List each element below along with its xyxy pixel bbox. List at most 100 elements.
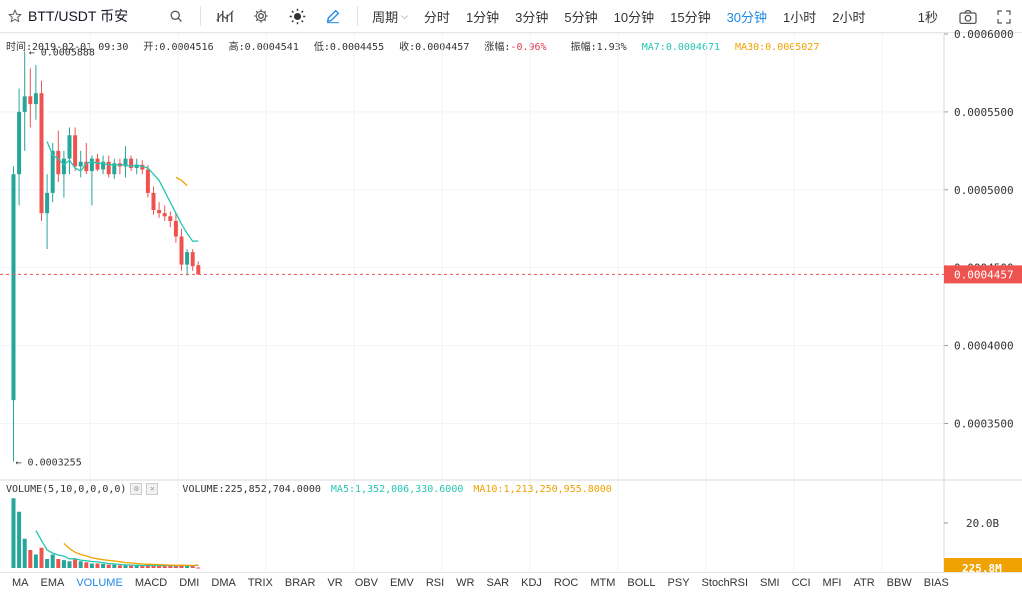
- candle-body: [50, 150, 55, 193]
- candle-body: [61, 158, 66, 175]
- volume-indicator-name: VOLUME(5,10,0,0,0,0): [6, 483, 127, 495]
- volume-y-label: 20.0B: [966, 517, 999, 530]
- indicator-volume[interactable]: VOLUME: [70, 577, 128, 589]
- volume-current-label: 225.8M: [962, 562, 1002, 572]
- candle-body: [145, 169, 150, 193]
- indicator-ma[interactable]: MA: [6, 577, 35, 589]
- candles: [11, 51, 201, 462]
- volume-bar: [190, 566, 195, 568]
- volume-bar: [67, 561, 72, 568]
- volume-pane: 20.0B 225.8M: [11, 498, 1022, 572]
- volume-value: VOLUME:225,852,704.0000: [182, 483, 321, 495]
- volume-bar: [56, 559, 61, 568]
- close-icon[interactable]: ✕: [146, 483, 159, 495]
- settings-icon[interactable]: ⚙: [130, 483, 143, 495]
- volume-bar: [78, 561, 83, 568]
- volume-bar: [185, 565, 190, 568]
- volume-bar: [196, 567, 201, 569]
- indicator-kdj[interactable]: KDJ: [515, 577, 548, 589]
- candle-body: [89, 158, 94, 172]
- candle-body: [162, 213, 167, 217]
- volume-bar: [123, 565, 128, 568]
- current-price-label: 0.0004457: [954, 268, 1014, 281]
- volume-bar: [89, 563, 94, 568]
- indicator-atr[interactable]: ATR: [847, 577, 880, 589]
- indicator-sar[interactable]: SAR: [480, 577, 515, 589]
- volume-bar: [61, 560, 66, 568]
- volume-bar: [106, 564, 111, 568]
- candle-body: [56, 150, 61, 175]
- volume-bar: [117, 565, 122, 568]
- volume-bar: [33, 554, 38, 568]
- indicator-bbw[interactable]: BBW: [881, 577, 918, 589]
- candle-body: [78, 161, 83, 167]
- chart-marks: ← 0.0005888 ← 0.0003255 0.0004457: [0, 47, 1022, 469]
- indicator-ema[interactable]: EMA: [35, 577, 71, 589]
- candle-body: [196, 265, 201, 275]
- volume-bar: [28, 550, 33, 568]
- max-price-label: ← 0.0005888: [29, 47, 95, 58]
- volume-ma10: MA10:1,213,250,955.8000: [473, 483, 612, 495]
- volume-bar: [134, 565, 139, 568]
- y-tick-label: 0.0004000: [954, 340, 1014, 353]
- y-tick-label: 0.0003500: [954, 417, 1014, 430]
- indicator-dma[interactable]: DMA: [205, 577, 241, 589]
- volume-bar: [101, 563, 106, 568]
- volume-bar: [95, 563, 100, 568]
- indicator-brar[interactable]: BRAR: [279, 577, 322, 589]
- candle-body: [168, 216, 173, 221]
- candle-body: [11, 174, 16, 401]
- indicator-macd[interactable]: MACD: [129, 577, 173, 589]
- candle-body: [173, 220, 178, 237]
- indicator-roc[interactable]: ROC: [548, 577, 584, 589]
- candle-body: [179, 236, 184, 265]
- volume-bar: [73, 559, 78, 568]
- volume-legend: VOLUME(5,10,0,0,0,0) ⚙ ✕ VOLUME:225,852,…: [6, 483, 612, 495]
- candle-body: [185, 252, 190, 265]
- indicator-dmi[interactable]: DMI: [173, 577, 205, 589]
- volume-bar: [129, 565, 134, 568]
- candle-body: [45, 192, 50, 214]
- indicator-mfi[interactable]: MFI: [817, 577, 848, 589]
- indicator-cci[interactable]: CCI: [786, 577, 817, 589]
- indicator-wr[interactable]: WR: [450, 577, 480, 589]
- indicator-emv[interactable]: EMV: [384, 577, 420, 589]
- volume-bar: [162, 565, 167, 568]
- indicator-smi[interactable]: SMI: [754, 577, 786, 589]
- volume-bar: [45, 559, 50, 568]
- candle-body: [157, 210, 162, 214]
- candle-body: [67, 135, 72, 159]
- candle-body: [106, 161, 111, 175]
- min-price-label: ← 0.0003255: [16, 458, 82, 469]
- indicator-mtm[interactable]: MTM: [584, 577, 621, 589]
- candle-body: [151, 192, 156, 211]
- indicator-psy[interactable]: PSY: [662, 577, 696, 589]
- indicator-trix[interactable]: TRIX: [242, 577, 279, 589]
- volume-ma5: MA5:1,352,006,330.6000: [330, 483, 464, 495]
- candle-body: [39, 93, 44, 214]
- candle-body: [33, 93, 38, 105]
- volume-bar: [17, 511, 22, 568]
- candle-body: [17, 111, 22, 175]
- candle-body: [22, 96, 27, 112]
- volume-bar: [84, 562, 89, 568]
- indicator-obv[interactable]: OBV: [349, 577, 384, 589]
- volume-bar: [50, 554, 55, 568]
- volume-bar: [112, 564, 117, 568]
- indicator-vr[interactable]: VR: [321, 577, 348, 589]
- y-tick-label: 0.0005500: [954, 106, 1014, 119]
- y-tick-label: 0.0005000: [954, 184, 1014, 197]
- volume-bar: [11, 498, 16, 568]
- indicator-bias[interactable]: BIAS: [918, 577, 955, 589]
- candle-body: [190, 252, 195, 267]
- volume-bar: [39, 547, 44, 568]
- indicator-stochrsi[interactable]: StochRSI: [696, 577, 754, 589]
- candle-body: [73, 135, 78, 167]
- volume-bar: [22, 538, 27, 568]
- indicator-boll[interactable]: BOLL: [621, 577, 661, 589]
- candle-body: [28, 96, 33, 105]
- candle-body: [95, 158, 100, 170]
- indicator-bar: MA EMA VOLUME MACD DMI DMA TRIX BRAR VR OBV EMV RSI…: [0, 572, 1022, 592]
- indicator-rsi[interactable]: RSI: [420, 577, 450, 589]
- y-tick-label: 0.0006000: [954, 28, 1014, 41]
